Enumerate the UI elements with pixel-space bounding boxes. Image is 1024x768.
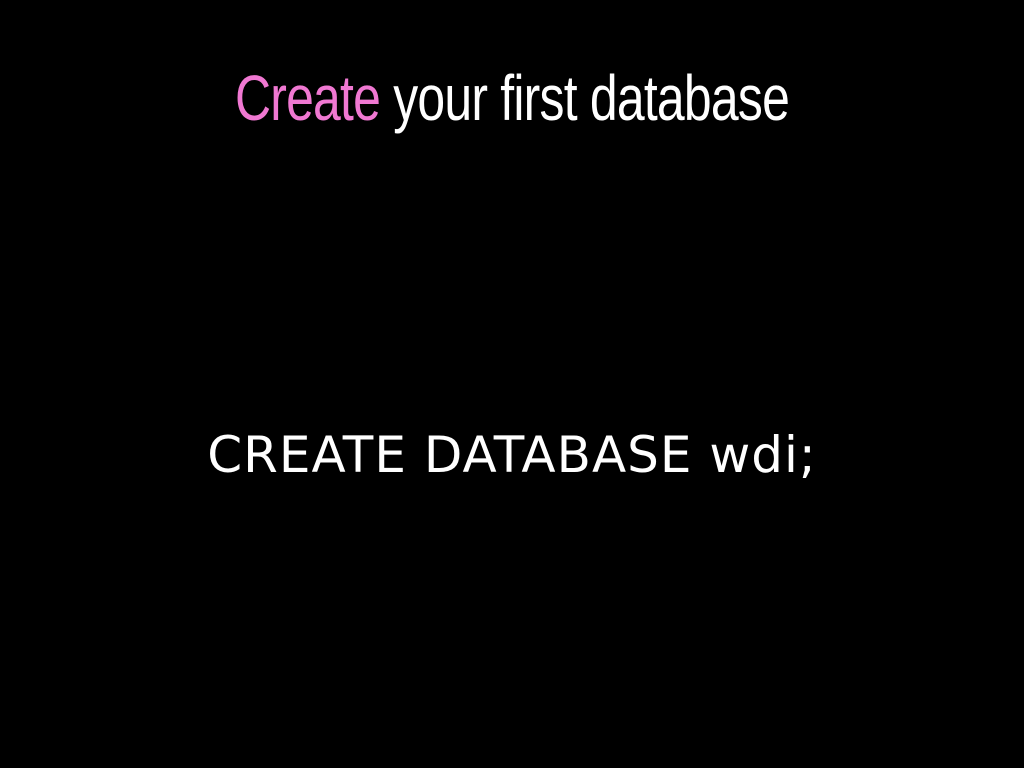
title-accent-word: Create	[234, 62, 381, 134]
slide: Create your first database CREATE DATABA…	[0, 0, 1024, 768]
sql-statement: CREATE DATABASE wdi;	[207, 426, 817, 484]
title-rest: your first database	[380, 62, 790, 134]
slide-title: Create your first database	[113, 58, 912, 138]
